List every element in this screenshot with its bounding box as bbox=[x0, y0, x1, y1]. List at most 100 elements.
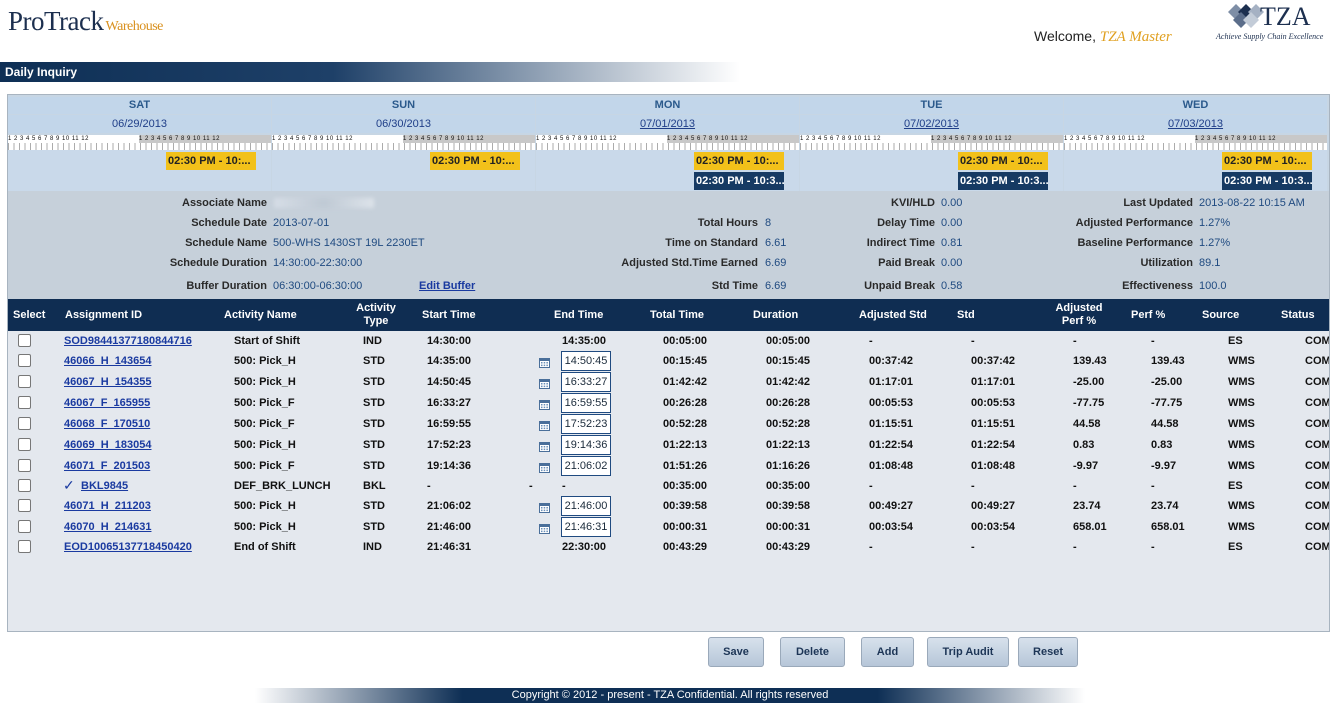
assignment-id-link[interactable]: 46070_H_214631 bbox=[64, 521, 151, 533]
welcome-prefix: Welcome, bbox=[1034, 28, 1096, 44]
cell-adj-perf: 23.74 bbox=[1073, 500, 1101, 512]
day-date-link[interactable]: 07/02/2013 bbox=[800, 115, 1063, 133]
col-select: Select bbox=[13, 309, 46, 321]
indirect-time-value: 0.81 bbox=[941, 237, 963, 249]
cell-std: - bbox=[971, 480, 975, 492]
cell-status: COM bbox=[1305, 418, 1329, 430]
cell-status: COM bbox=[1305, 460, 1329, 472]
ruler-am: 1 2 3 4 5 6 7 8 9 10 11 12 bbox=[272, 135, 403, 143]
assignment-id-link[interactable]: EOD10065137718450420 bbox=[64, 541, 192, 553]
time-on-standard-label: Time on Standard bbox=[665, 237, 758, 249]
ruler-pm: 1 2 3 4 5 6 7 8 9 10 11 12 bbox=[1195, 135, 1327, 143]
assignment-id-link[interactable]: BKL9845 bbox=[81, 480, 128, 492]
ruler-pm: 1 2 3 4 5 6 7 8 9 10 11 12 bbox=[139, 135, 271, 143]
assignment-id-link[interactable]: 46067_H_154355 bbox=[64, 376, 151, 388]
actual-shift-bar[interactable]: 02:30 PM - 10:3... bbox=[1222, 172, 1312, 190]
add-button[interactable]: Add bbox=[861, 637, 914, 667]
calendar-icon[interactable] bbox=[539, 358, 550, 368]
assignment-id-link[interactable]: 46071_F_201503 bbox=[64, 460, 150, 472]
day-column-sat: SAT 06/29/2013 1 2 3 4 5 6 7 8 9 10 11 1… bbox=[8, 95, 271, 191]
cell-perf: 139.43 bbox=[1151, 355, 1185, 367]
edit-buffer-link[interactable]: Edit Buffer bbox=[419, 280, 475, 292]
end-time-input[interactable]: 21:06:02 bbox=[561, 456, 611, 476]
scheduled-shift-bar[interactable]: 02:30 PM - 10:... bbox=[694, 152, 784, 170]
calendar-icon[interactable] bbox=[539, 524, 550, 534]
row-select-checkbox[interactable] bbox=[18, 354, 31, 367]
table-row: ✓ BKL9845 DEF_BRK_LUNCH BKL - 00:35:00 00:35:0… bbox=[8, 476, 1329, 496]
calendar-icon[interactable] bbox=[539, 442, 550, 452]
scheduled-shift-bar[interactable]: 02:30 PM - 10:... bbox=[430, 152, 520, 170]
cell-adj-perf: 658.01 bbox=[1073, 521, 1107, 533]
row-select-checkbox[interactable] bbox=[18, 396, 31, 409]
end-time-input[interactable]: 14:50:45 bbox=[561, 351, 611, 371]
end-time-input[interactable]: 16:33:27 bbox=[561, 372, 611, 392]
cell-type: STD bbox=[363, 460, 385, 472]
row-select-checkbox[interactable] bbox=[18, 479, 31, 492]
trip-audit-button[interactable]: Trip Audit bbox=[927, 637, 1009, 667]
day-body: 02:30 PM - 10:... bbox=[272, 150, 535, 191]
delete-button[interactable]: Delete bbox=[780, 637, 845, 667]
table-row: 46068_F_170510 500: Pick_F STD 16:59:55 00:5… bbox=[8, 414, 1329, 434]
calendar-icon[interactable] bbox=[539, 379, 550, 389]
row-select-checkbox[interactable] bbox=[18, 499, 31, 512]
delay-time-label: Delay Time bbox=[877, 217, 935, 229]
scheduled-shift-bar[interactable]: 02:30 PM - 10:... bbox=[958, 152, 1048, 170]
col-activity-type: Activity Type bbox=[356, 302, 396, 327]
adjusted-performance-value: 1.27% bbox=[1199, 217, 1231, 229]
col-std: Std bbox=[957, 309, 975, 321]
assignment-id-link[interactable]: 46068_F_170510 bbox=[64, 418, 150, 430]
baseline-performance-value: 1.27% bbox=[1199, 237, 1231, 249]
hour-ruler: 1 2 3 4 5 6 7 8 9 10 11 12 1 2 3 4 5 6 7 … bbox=[272, 135, 535, 150]
calendar-icon[interactable] bbox=[539, 503, 550, 513]
cell-start: 14:50:45 bbox=[427, 376, 472, 388]
cell-source: WMS bbox=[1228, 397, 1255, 409]
row-select-checkbox[interactable] bbox=[18, 417, 31, 430]
calendar-icon[interactable] bbox=[539, 463, 550, 473]
baseline-performance-label: Baseline Performance bbox=[1077, 237, 1193, 249]
table-row: 46070_H_214631 500: Pick_H STD 21:46:00 00:0… bbox=[8, 517, 1329, 537]
actual-shift-bar[interactable]: 02:30 PM - 10:3... bbox=[694, 172, 784, 190]
table-row: 46069_H_183054 500: Pick_H STD 17:52:23 01:2… bbox=[8, 435, 1329, 455]
end-time-input[interactable]: 16:59:55 bbox=[561, 393, 611, 413]
reset-button[interactable]: Reset bbox=[1018, 637, 1078, 667]
row-select-checkbox[interactable] bbox=[18, 520, 31, 533]
day-column-mon: MON 07/01/2013 1 2 3 4 5 6 7 8 9 10 11 1… bbox=[536, 95, 799, 191]
end-time-input[interactable]: 17:52:23 bbox=[561, 414, 611, 434]
end-time-input[interactable]: 19:14:36 bbox=[561, 435, 611, 455]
cell-adj-perf: 0.83 bbox=[1073, 439, 1095, 451]
cell-status: COM bbox=[1305, 541, 1329, 553]
row-select-checkbox[interactable] bbox=[18, 540, 31, 553]
cell-end: 22:30:00 bbox=[562, 541, 607, 553]
table-row: 46071_F_201503 500: Pick_F STD 19:14:36 01:5… bbox=[8, 456, 1329, 476]
end-time-input[interactable]: 21:46:00 bbox=[561, 496, 611, 516]
save-button[interactable]: Save bbox=[708, 637, 764, 667]
table-row: 46067_H_154355 500: Pick_H STD 14:50:45 01:4… bbox=[8, 372, 1329, 392]
adjusted-std-value: 6.69 bbox=[765, 257, 787, 269]
assignment-id-link[interactable]: 46071_H_211203 bbox=[64, 500, 151, 512]
day-date-link[interactable]: 07/03/2013 bbox=[1064, 115, 1327, 133]
cell-perf: 0.83 bbox=[1151, 439, 1173, 451]
schedule-name-value: 500-WHS 1430ST 19L 2230ET bbox=[273, 237, 425, 249]
row-select-checkbox[interactable] bbox=[18, 375, 31, 388]
scheduled-shift-bar[interactable]: 02:30 PM - 10:... bbox=[1222, 152, 1312, 170]
assignment-id-link[interactable]: 46069_H_183054 bbox=[64, 439, 151, 451]
row-select-checkbox[interactable] bbox=[18, 334, 31, 347]
assignment-id-link[interactable]: 46066_H_143654 bbox=[64, 355, 151, 367]
day-date-link[interactable]: 07/01/2013 bbox=[536, 115, 799, 133]
cell-perf: - bbox=[1151, 541, 1155, 553]
calendar-icon[interactable] bbox=[539, 400, 550, 410]
main-panel: SAT 06/29/2013 1 2 3 4 5 6 7 8 9 10 11 1… bbox=[7, 94, 1330, 632]
footer: Copyright © 2012 - present - TZA Confide… bbox=[255, 688, 1085, 703]
col-status: Status bbox=[1281, 309, 1315, 321]
col-duration: Duration bbox=[753, 309, 799, 321]
row-select-checkbox[interactable] bbox=[18, 459, 31, 472]
row-select-checkbox[interactable] bbox=[18, 438, 31, 451]
calendar-icon[interactable] bbox=[539, 421, 550, 431]
actual-shift-bar[interactable]: 02:30 PM - 10:3... bbox=[958, 172, 1048, 190]
end-time-input[interactable]: 21:46:31 bbox=[561, 517, 611, 537]
assignment-table-header: Select Assignment ID Activity Name Activ… bbox=[8, 299, 1329, 331]
assignment-id-link[interactable]: SOD98441377180844716 bbox=[64, 335, 192, 347]
logo-sub: Warehouse bbox=[105, 19, 164, 34]
assignment-id-link[interactable]: 46067_F_165955 bbox=[64, 397, 150, 409]
scheduled-shift-bar[interactable]: 02:30 PM - 10:... bbox=[166, 152, 256, 170]
